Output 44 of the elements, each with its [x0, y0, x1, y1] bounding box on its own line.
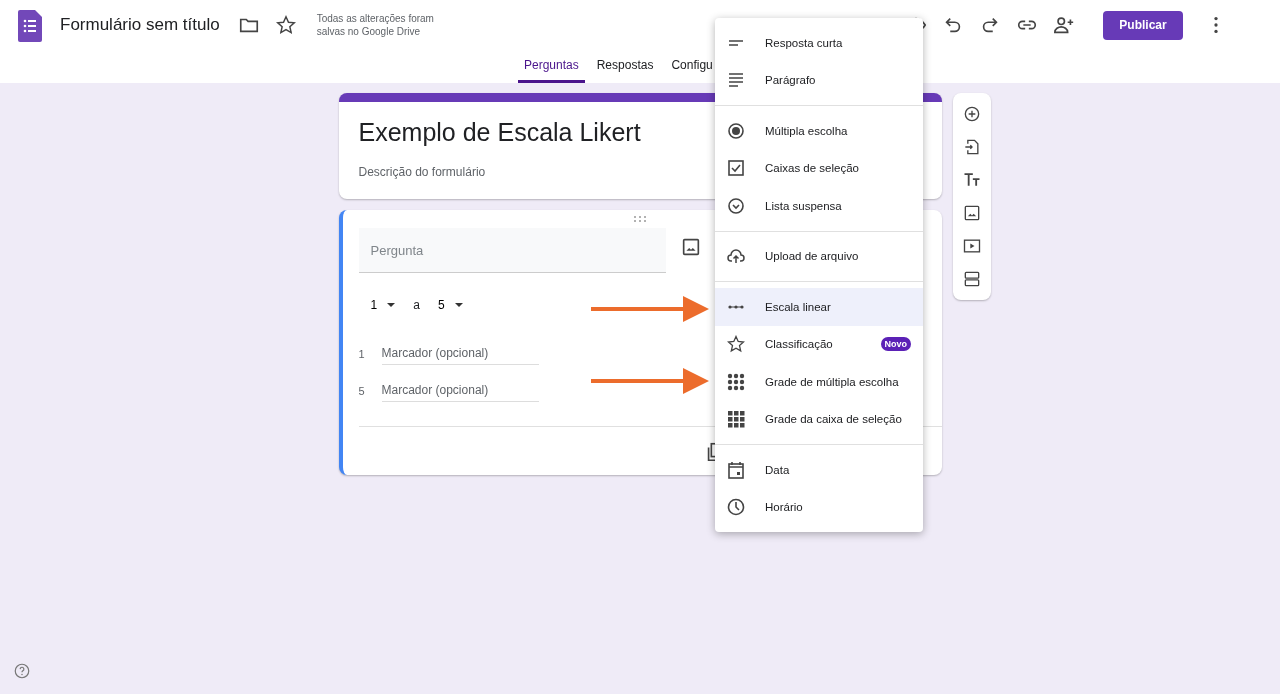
menu-item[interactable]: Horário	[715, 488, 923, 526]
menu-item[interactable]: Grade da caixa de seleção	[715, 400, 923, 438]
drag-handle-icon[interactable]	[633, 216, 647, 222]
short-lines-icon	[727, 39, 745, 46]
forms-logo-icon[interactable]	[18, 9, 42, 42]
clock-icon	[727, 498, 745, 517]
paragraph-lines-icon	[727, 71, 745, 90]
square-grid-icon	[727, 410, 745, 429]
scale-value: 1	[358, 347, 366, 360]
label-field[interactable]: Marcador (opcional)	[381, 379, 539, 402]
scale-end-dropdown[interactable]: 5	[437, 298, 463, 312]
dotted-line-icon	[727, 303, 745, 310]
label-field[interactable]: Marcador (opcional)	[381, 342, 539, 365]
add-person-icon[interactable]	[1053, 14, 1075, 36]
star-icon[interactable]	[274, 14, 297, 36]
menu-item[interactable]: Lista suspensa	[715, 187, 923, 225]
question-field[interactable]: Pergunta	[358, 228, 666, 273]
menu-item[interactable]: Caixas de seleção	[715, 149, 923, 187]
scale-value: 5	[358, 384, 366, 397]
chevron-circle-icon	[727, 196, 745, 215]
tab[interactable]: Respostas	[590, 50, 660, 83]
menu-item[interactable]: Grade de múltipla escolha	[715, 363, 923, 401]
new-badge: Novo	[880, 337, 911, 352]
caret-icon	[387, 303, 396, 307]
scale-start-dropdown[interactable]: 1	[370, 298, 396, 312]
dot-grid-icon	[727, 372, 745, 391]
calendar-icon	[727, 460, 745, 479]
save-status: salvas no Google Drive	[316, 25, 422, 38]
caret-icon	[454, 303, 463, 307]
scale-separator: a	[413, 298, 420, 312]
form-name[interactable]: Formulário sem título	[60, 15, 220, 35]
menu-item[interactable]: Escala linear	[715, 288, 923, 326]
checkbox-icon	[727, 159, 745, 178]
cloud-upload-icon	[727, 247, 745, 266]
radio-icon	[727, 121, 745, 140]
menu-item[interactable]: Múltipla escolha	[715, 112, 923, 150]
star-icon	[727, 335, 745, 354]
menu-item[interactable]: Classificação Novo	[715, 325, 923, 363]
save-status: Todas as alterações foram	[316, 12, 434, 25]
tab[interactable]: Perguntas	[518, 50, 585, 83]
publish-button[interactable]: Publicar	[1103, 10, 1183, 40]
help-icon[interactable]	[13, 662, 31, 680]
menu-item[interactable]: Upload de arquivo	[715, 237, 923, 275]
menu-item[interactable]: Data	[715, 451, 923, 489]
